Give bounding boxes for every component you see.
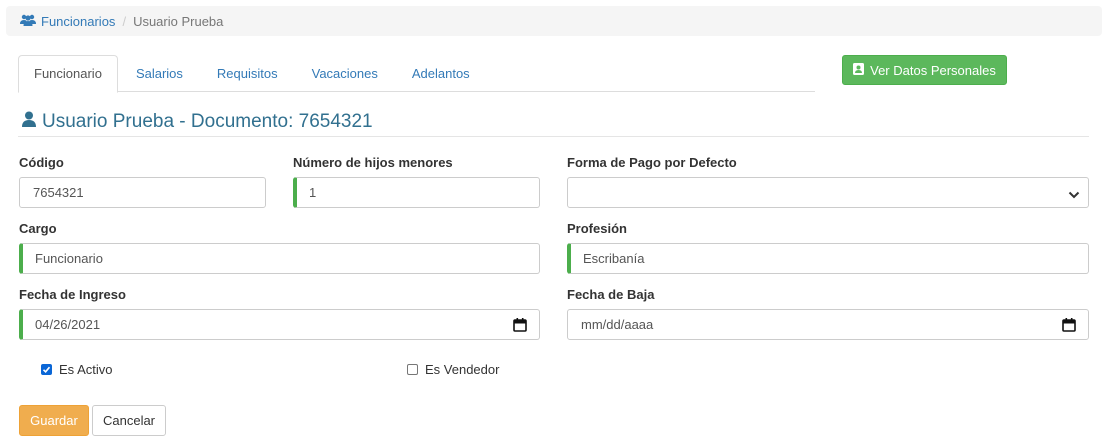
users-icon: [20, 14, 36, 29]
breadcrumb: Funcionarios / Usuario Prueba: [6, 6, 1102, 36]
tab-vacaciones[interactable]: Vacaciones: [296, 55, 394, 92]
cancelar-button[interactable]: Cancelar: [92, 405, 166, 436]
codigo-label: Código: [19, 155, 64, 170]
page-title-text: Usuario Prueba - Documento: 7654321: [42, 111, 373, 132]
page-title: Usuario Prueba - Documento: 7654321: [22, 111, 373, 133]
es-activo-checkbox[interactable]: Es Activo: [41, 362, 112, 377]
forma-pago-label: Forma de Pago por Defecto: [567, 155, 737, 170]
cargo-field[interactable]: Funcionario: [19, 243, 540, 274]
heading-divider: [18, 136, 1089, 137]
calendar-icon[interactable]: [513, 318, 527, 335]
es-vendedor-checkbox[interactable]: Es Vendedor: [407, 362, 499, 377]
hijos-label: Número de hijos menores: [293, 155, 453, 170]
fecha-ingreso-label: Fecha de Ingreso: [19, 287, 126, 302]
forma-pago-select[interactable]: [567, 177, 1089, 208]
tab-requisitos[interactable]: Requisitos: [201, 55, 294, 92]
profesion-value: Escribanía: [583, 251, 645, 266]
breadcrumb-current: Usuario Prueba: [133, 13, 224, 29]
fecha-baja-label: Fecha de Baja: [567, 287, 655, 302]
chevron-down-icon: [1068, 188, 1080, 203]
fecha-baja-field[interactable]: mm/dd/aaaa: [567, 309, 1089, 340]
fecha-ingreso-value: 04/26/2021: [35, 317, 101, 332]
id-card-icon: [853, 62, 865, 78]
profesion-field[interactable]: Escribanía: [567, 243, 1089, 274]
es-vendedor-box: [407, 364, 418, 375]
hijos-field[interactable]: 1: [293, 177, 540, 208]
user-icon: [22, 111, 36, 133]
codigo-field[interactable]: 7654321: [19, 177, 266, 208]
cargo-label: Cargo: [19, 221, 57, 236]
fecha-ingreso-field[interactable]: 04/26/2021: [19, 309, 540, 340]
check-icon: [41, 364, 52, 375]
breadcrumb-parent-label: Funcionarios: [41, 13, 116, 29]
guardar-button[interactable]: Guardar: [19, 405, 89, 436]
profesion-label: Profesión: [567, 221, 627, 236]
ver-datos-personales-button[interactable]: Ver Datos Personales: [842, 55, 1007, 85]
tab-adelantos[interactable]: Adelantos: [396, 55, 486, 92]
calendar-icon[interactable]: [1062, 318, 1076, 335]
tab-funcionario[interactable]: Funcionario: [18, 55, 118, 93]
es-vendedor-label: Es Vendedor: [425, 362, 500, 377]
cargo-value: Funcionario: [35, 251, 103, 266]
breadcrumb-separator: /: [122, 13, 127, 29]
tab-salarios[interactable]: Salarios: [120, 55, 199, 92]
tab-bar: Funcionario Salarios Requisitos Vacacion…: [18, 55, 815, 93]
breadcrumb-funcionarios-link[interactable]: Funcionarios: [20, 14, 115, 29]
es-activo-label: Es Activo: [59, 362, 113, 377]
ver-datos-personales-label: Ver Datos Personales: [870, 62, 996, 78]
fecha-baja-placeholder: mm/dd/aaaa: [581, 317, 654, 332]
codigo-value: 7654321: [33, 185, 84, 200]
hijos-value: 1: [309, 185, 317, 200]
